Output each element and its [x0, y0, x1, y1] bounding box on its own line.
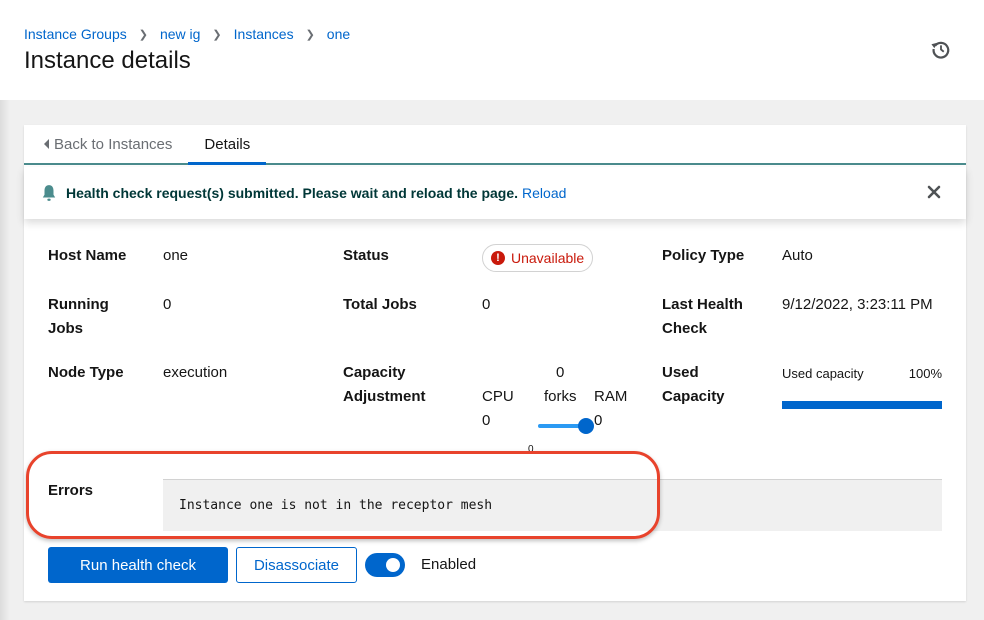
node-type-value: execution — [163, 364, 228, 381]
status-term: Status — [343, 247, 389, 264]
term-line: Last Health — [662, 296, 743, 313]
term-line: Adjustment — [343, 388, 426, 405]
errors-term: Errors — [48, 482, 94, 499]
capacity-adjustment-term: Capacity Adjustment — [343, 361, 426, 409]
tab-details[interactable]: Details — [188, 125, 267, 165]
term-line: Capacity — [343, 364, 406, 381]
tabs: Back to Instances Details — [24, 125, 966, 165]
term-line: Running — [48, 296, 109, 313]
page-header: Instance Groups ❯ new ig ❯ Instances ❯ o… — [0, 0, 984, 100]
exclamation-circle-icon: ! — [491, 251, 505, 265]
host-name-value: one — [163, 247, 189, 264]
close-icon[interactable] — [926, 184, 942, 200]
errors-value: Instance one is not in the receptor mesh — [163, 479, 942, 531]
total-jobs-term: Total Jobs — [343, 296, 417, 313]
status-label: Unavailable — [511, 250, 585, 266]
last-health-check-value: 9/12/2022, 3:23:11 PM — [782, 296, 933, 313]
policy-type-value: Auto — [782, 247, 813, 264]
run-health-check-button[interactable]: Run health check — [48, 547, 228, 583]
tab-label: Details — [204, 135, 251, 153]
breadcrumb-new-ig[interactable]: new ig — [160, 26, 200, 42]
caret-left-icon — [44, 139, 49, 149]
capacity-slider-thumb[interactable] — [578, 418, 594, 434]
used-capacity-progress — [782, 401, 942, 409]
toggle-knob — [386, 558, 400, 572]
breadcrumb-instance-groups[interactable]: Instance Groups — [24, 26, 127, 42]
term-line: Check — [662, 320, 708, 337]
disassociate-button[interactable]: Disassociate — [236, 547, 357, 583]
last-health-check-term: Last Health Check — [662, 293, 743, 341]
used-capacity-term: Used Capacity — [662, 361, 725, 409]
tab-label: Back to Instances — [54, 135, 173, 153]
cpu-value: 0 — [482, 412, 491, 429]
cpu-label: CPU — [482, 388, 514, 405]
used-capacity-label: Used capacity — [782, 366, 864, 381]
breadcrumb-one[interactable]: one — [327, 26, 350, 42]
term-line: Jobs — [48, 320, 84, 337]
term-line: Capacity — [662, 388, 725, 405]
used-capacity-header: Used capacity 100% — [782, 366, 942, 381]
left-shade — [0, 100, 10, 620]
used-capacity-percent: 100% — [908, 366, 942, 381]
forks-label: forks — [544, 388, 577, 405]
chevron-right-icon: ❯ — [305, 28, 315, 41]
forks-value: 0 — [556, 364, 565, 381]
term-line: Used — [662, 364, 699, 381]
tab-back-to-instances[interactable]: Back to Instances — [24, 125, 188, 163]
info-alert: Health check request(s) submitted. Pleas… — [24, 167, 966, 219]
ram-value: 0 — [594, 412, 603, 429]
total-jobs-value: 0 — [482, 296, 491, 313]
history-icon[interactable] — [930, 38, 952, 60]
alert-message: Health check request(s) submitted. Pleas… — [66, 185, 519, 201]
policy-type-term: Policy Type — [662, 247, 745, 264]
running-jobs-value: 0 — [163, 296, 172, 313]
breadcrumb-instances[interactable]: Instances — [234, 26, 294, 42]
reload-link[interactable]: Reload — [522, 185, 566, 201]
ram-label: RAM — [594, 388, 628, 405]
bell-icon — [42, 185, 56, 201]
running-jobs-term: Running Jobs — [48, 293, 109, 341]
page-title: Instance details — [24, 47, 191, 74]
used-capacity-progress-fill — [782, 401, 942, 409]
status-badge: ! Unavailable — [482, 244, 594, 272]
enabled-toggle[interactable] — [365, 553, 405, 577]
node-type-term: Node Type — [48, 364, 124, 381]
slider-tick-label: 0 — [528, 444, 534, 455]
breadcrumb: Instance Groups ❯ new ig ❯ Instances ❯ o… — [24, 26, 350, 42]
host-name-term: Host Name — [48, 247, 127, 264]
enabled-label: Enabled — [421, 556, 477, 573]
chevron-right-icon: ❯ — [138, 28, 148, 41]
chevron-right-icon: ❯ — [212, 28, 222, 41]
